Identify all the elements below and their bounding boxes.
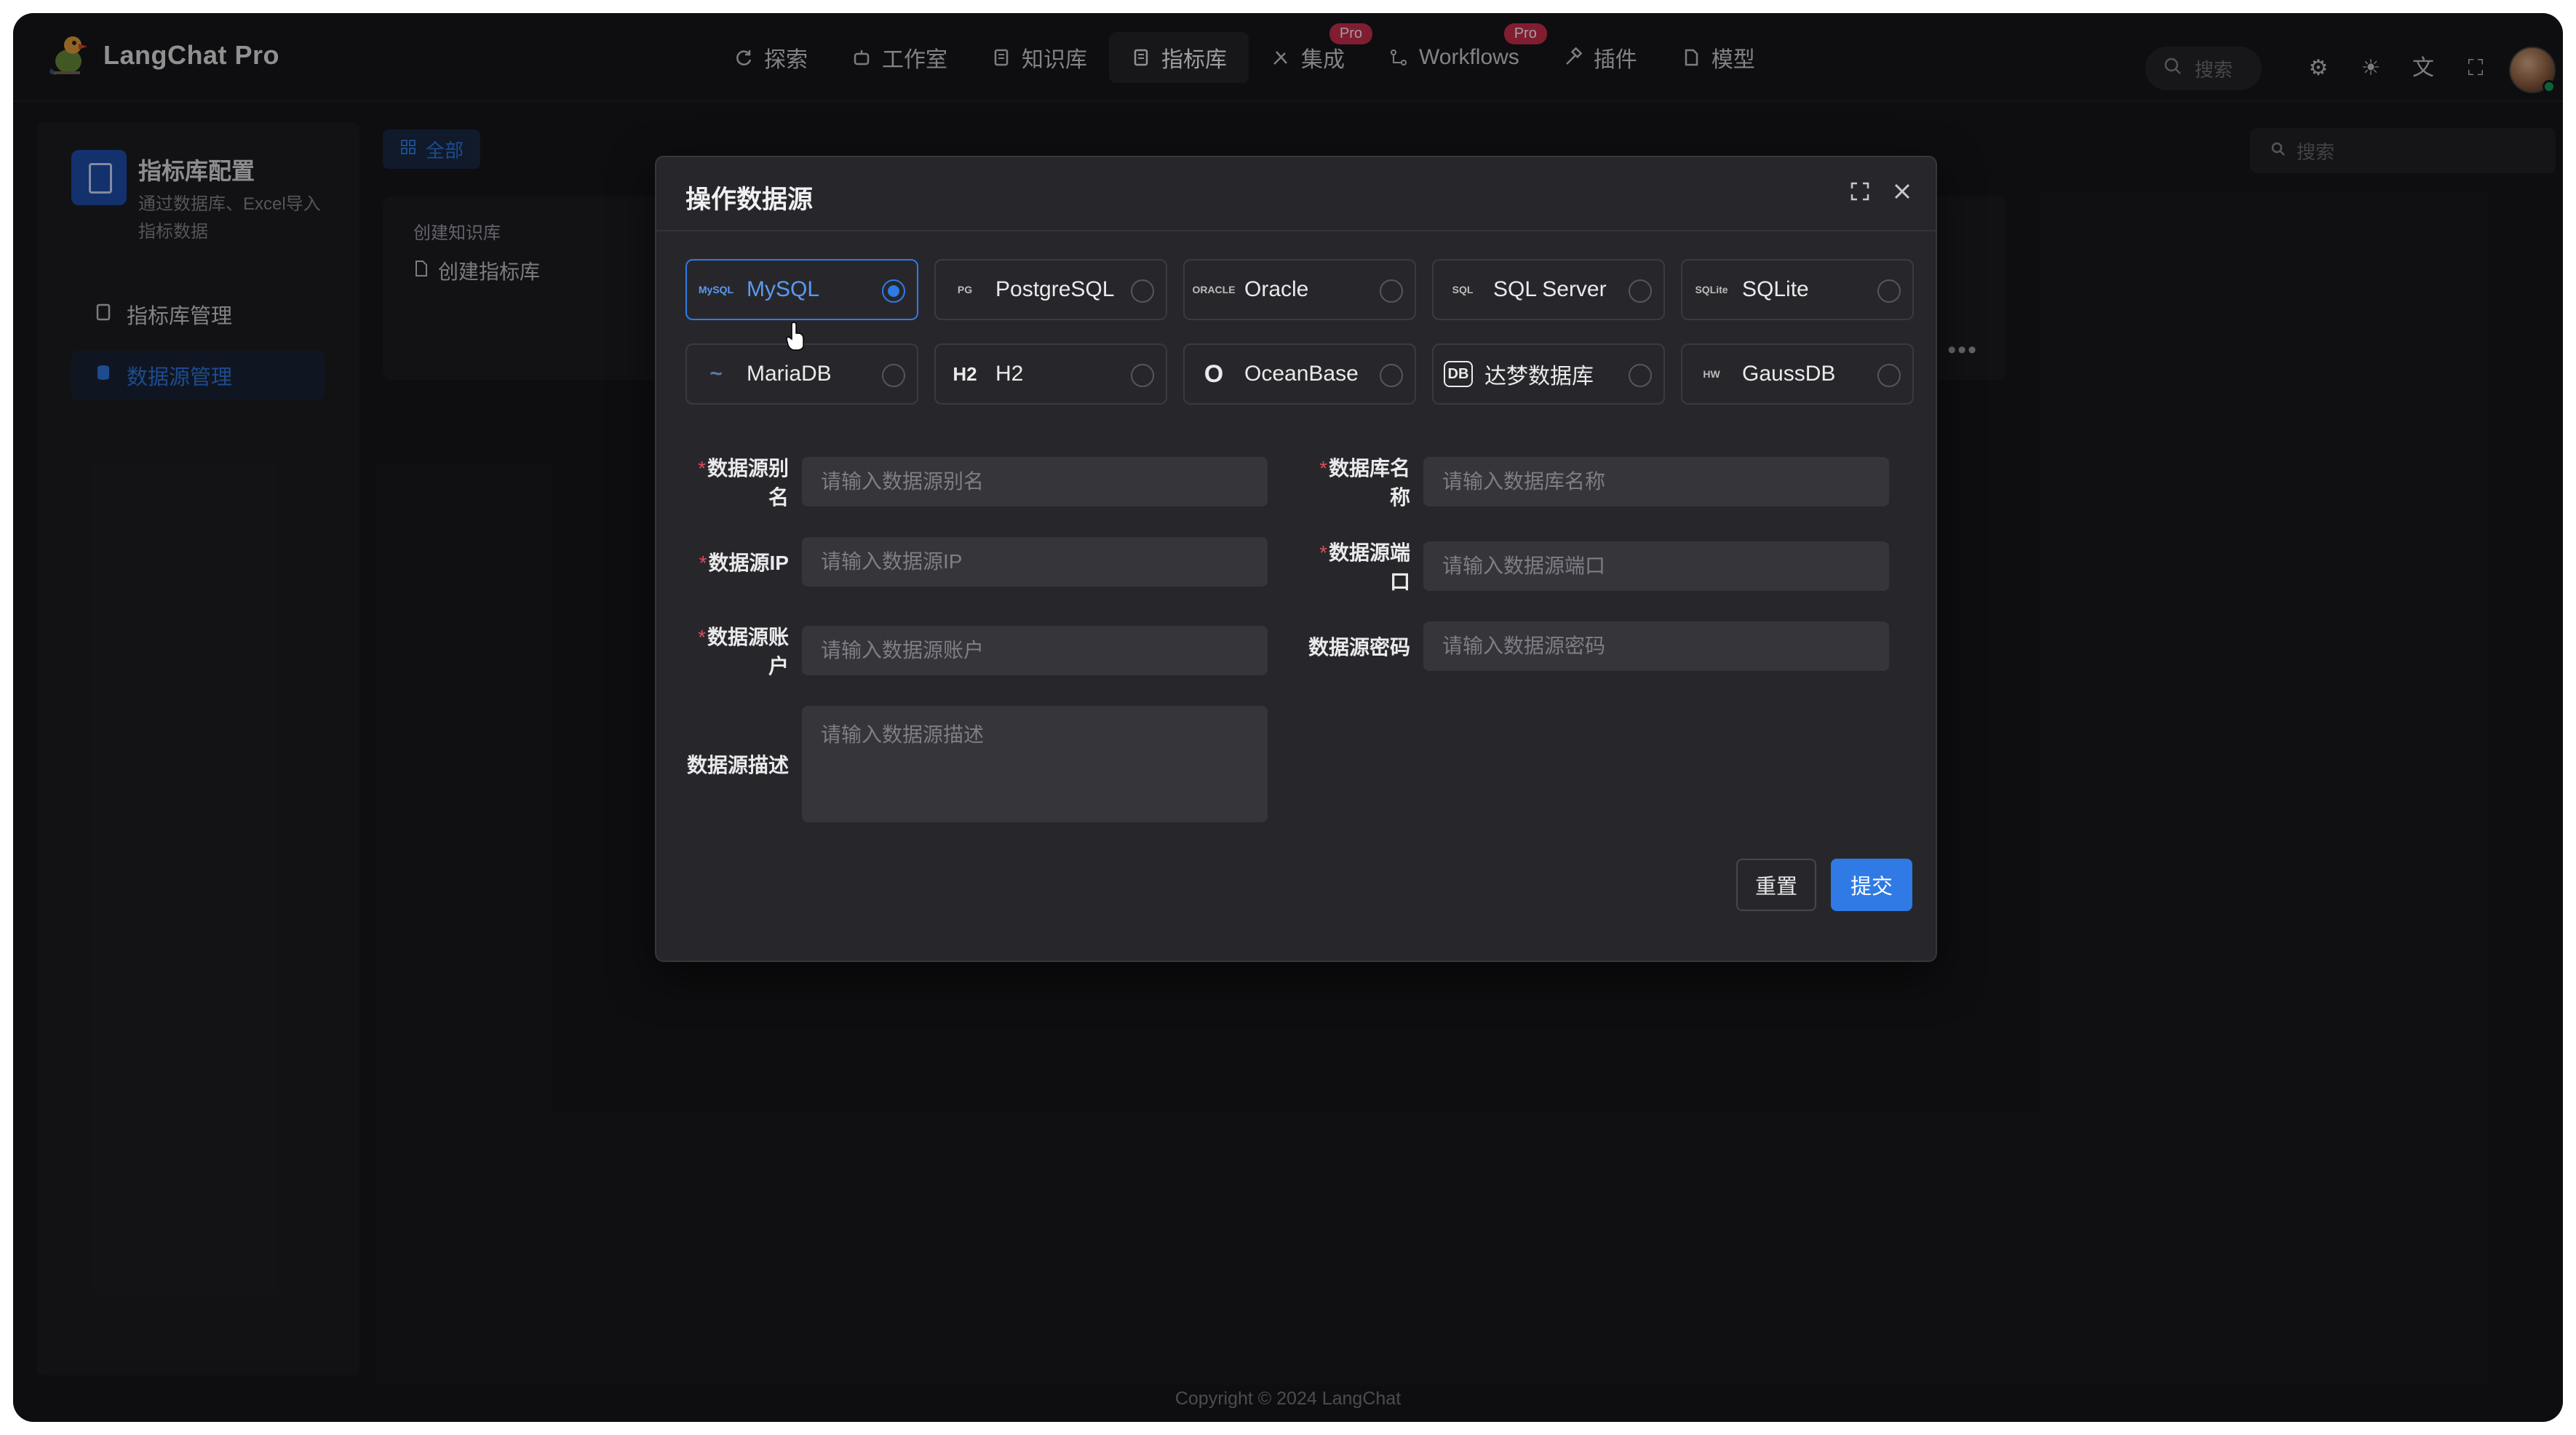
- db-option-sqlite[interactable]: SQLite SQLite: [1681, 259, 1914, 320]
- dameng-logo-icon: DB: [1444, 361, 1473, 387]
- expand-icon[interactable]: [1845, 179, 1875, 208]
- radio-selected[interactable]: [882, 279, 905, 303]
- radio[interactable]: [1131, 364, 1154, 387]
- db-option-postgresql[interactable]: PG PostgreSQL: [934, 259, 1167, 320]
- field-row-port: *数据源端口: [1307, 537, 1889, 595]
- sqlserver-logo-icon: SQL: [1452, 284, 1474, 295]
- alias-input[interactable]: [802, 457, 1268, 506]
- radio[interactable]: [1877, 364, 1901, 387]
- alias-label: *数据源别名: [698, 457, 789, 509]
- db-option-label: SQLite: [1742, 277, 1809, 301]
- db-option-label: Oracle: [1244, 277, 1309, 301]
- field-row-password: 数据源密码: [1307, 621, 1889, 671]
- app-window: LangChat Pro 探索 工作室 知识库 指标库 集成 Pro Workf…: [13, 13, 2563, 1422]
- field-row-alias: *数据源别名: [685, 453, 1268, 511]
- port-input[interactable]: [1423, 541, 1889, 591]
- database-type-grid: MySQL MySQL PG PostgreSQL ORACLE Oracle SQL…: [685, 259, 1914, 405]
- postgresql-logo-icon: PG: [957, 284, 973, 295]
- dbname-label: *数据库名称: [1319, 457, 1410, 509]
- port-label: *数据源端口: [1319, 541, 1410, 593]
- radio[interactable]: [1877, 279, 1901, 303]
- h2-logo-icon: H2: [953, 362, 977, 385]
- field-row-description: 数据源描述: [685, 706, 1268, 822]
- description-label: 数据源描述: [686, 754, 789, 776]
- db-option-label: SQL Server: [1493, 277, 1607, 301]
- close-icon[interactable]: [1888, 179, 1917, 208]
- submit-button[interactable]: 提交: [1831, 859, 1912, 911]
- account-input[interactable]: [802, 626, 1268, 675]
- field-row-ip: *数据源IP: [685, 537, 1268, 587]
- dbname-input[interactable]: [1423, 457, 1889, 506]
- db-option-label: OceanBase: [1244, 362, 1359, 386]
- db-option-label: 达梦数据库: [1484, 365, 1594, 389]
- db-option-label: H2: [995, 362, 1024, 386]
- mariadb-logo-icon: ~: [709, 362, 723, 386]
- db-option-mysql[interactable]: MySQL MySQL: [685, 259, 918, 320]
- db-option-sqlserver[interactable]: SQL SQL Server: [1432, 259, 1665, 320]
- db-option-label: GaussDB: [1742, 362, 1836, 386]
- db-option-label: PostgreSQL: [995, 277, 1115, 301]
- password-label: 数据源密码: [1308, 636, 1410, 659]
- oracle-logo-icon: ORACLE: [1192, 284, 1236, 295]
- sqlite-logo-icon: SQLite: [1695, 284, 1728, 295]
- radio[interactable]: [1380, 364, 1403, 387]
- radio[interactable]: [1629, 279, 1652, 303]
- db-option-label: MariaDB: [747, 362, 832, 386]
- db-option-mariadb[interactable]: ~ MariaDB: [685, 343, 918, 405]
- oceanbase-logo-icon: O: [1204, 359, 1224, 388]
- description-textarea[interactable]: [802, 706, 1268, 822]
- reset-button[interactable]: 重置: [1736, 859, 1816, 911]
- ip-label: *数据源IP: [699, 552, 789, 574]
- radio[interactable]: [1629, 364, 1652, 387]
- radio[interactable]: [882, 364, 905, 387]
- db-option-oracle[interactable]: ORACLE Oracle: [1183, 259, 1416, 320]
- mysql-logo-icon: MySQL: [698, 284, 734, 295]
- hand-cursor-icon: [786, 322, 804, 351]
- field-row-dbname: *数据库名称: [1307, 453, 1889, 511]
- account-label: *数据源账户: [698, 626, 789, 677]
- db-option-oceanbase[interactable]: O OceanBase: [1183, 343, 1416, 405]
- db-option-label: MySQL: [747, 277, 820, 301]
- ip-input[interactable]: [802, 537, 1268, 587]
- field-row-account: *数据源账户: [685, 621, 1268, 680]
- huawei-logo-icon: HW: [1703, 368, 1720, 380]
- radio[interactable]: [1380, 279, 1403, 303]
- password-input[interactable]: [1423, 621, 1889, 671]
- db-option-gaussdb[interactable]: HW GaussDB: [1681, 343, 1914, 405]
- db-option-h2[interactable]: H2 H2: [934, 343, 1167, 405]
- db-option-dameng[interactable]: DB 达梦数据库: [1432, 343, 1665, 405]
- modal-title: 操作数据源: [685, 186, 814, 214]
- datasource-modal: 操作数据源 MySQL MySQL PG PostgreSQL ORACLE Orac…: [655, 156, 1937, 962]
- radio[interactable]: [1131, 279, 1154, 303]
- modal-header: 操作数据源: [656, 157, 1936, 231]
